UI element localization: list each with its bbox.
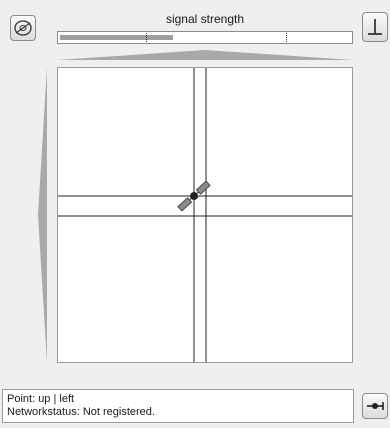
app-window: signal strength Point: up | left Network…	[0, 0, 390, 428]
signal-threshold-marker	[286, 33, 287, 42]
target-button[interactable]	[10, 15, 36, 41]
point-status-value: up | left	[38, 393, 75, 405]
antenna-button[interactable]	[362, 12, 388, 42]
signal-strength-fill	[60, 35, 173, 40]
horizontal-direction-wedge	[57, 50, 353, 60]
network-status-label: Networkstatus:	[7, 406, 83, 418]
vertical-direction-wedge	[38, 67, 47, 363]
antenna-icon	[368, 19, 382, 35]
signal-threshold-marker	[146, 33, 147, 42]
connector-icon	[367, 402, 384, 410]
pointing-area[interactable]	[57, 67, 353, 363]
crosshair-grid	[58, 68, 352, 362]
signal-strength-label: signal strength	[165, 12, 245, 26]
point-status: Point: up | left	[7, 393, 349, 406]
connect-button[interactable]	[362, 393, 388, 419]
network-status-value: Not registered.	[82, 406, 155, 418]
network-status: Networkstatus: Not registered.	[7, 406, 349, 419]
status-panel: Point: up | left Networkstatus: Not regi…	[2, 389, 354, 423]
signal-strength-meter	[57, 31, 353, 44]
target-icon	[14, 20, 32, 36]
point-status-label: Point:	[7, 393, 39, 405]
